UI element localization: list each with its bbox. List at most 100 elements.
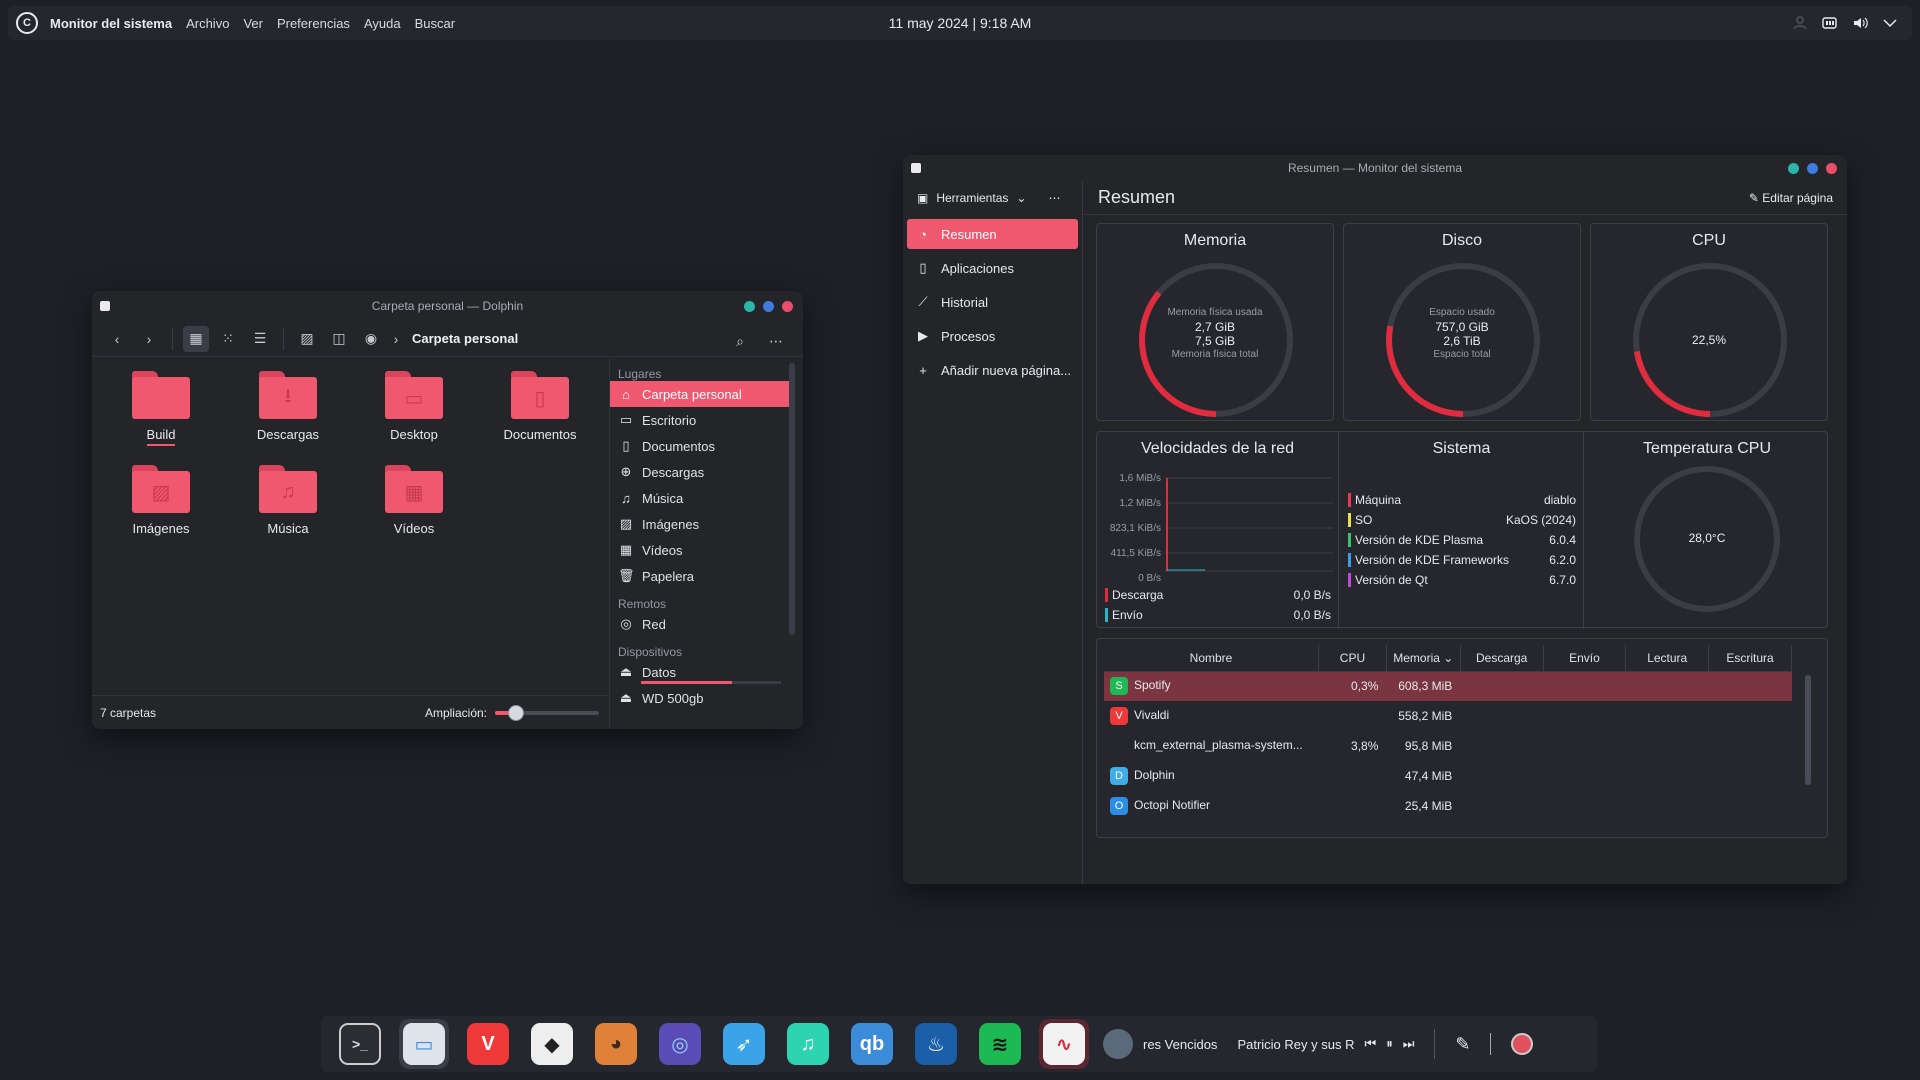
icons-view-icon[interactable]: ▦ — [183, 325, 209, 352]
place-red[interactable]: ◎ Red — [610, 611, 789, 637]
dock-spotify[interactable]: ≋ — [975, 1019, 1025, 1069]
nav-resumen[interactable]: ◔ Resumen — [907, 219, 1078, 249]
color-picker-icon[interactable]: ✎ — [1455, 1034, 1470, 1055]
network-icon: ◎ — [620, 616, 632, 631]
volume-icon[interactable] — [1852, 16, 1868, 30]
folder-item[interactable]: Build — [106, 371, 216, 446]
edit-page-button[interactable]: ✎ Editar página — [1749, 191, 1833, 205]
zoom-slider-handle[interactable] — [507, 704, 524, 721]
window-title: Resumen — Monitor del sistema — [1287, 161, 1463, 175]
table-row[interactable]: V Vivaldi 558,2 MiB — [1104, 701, 1792, 731]
preview-icon[interactable]: ▨ — [294, 326, 320, 352]
place-carpeta-personal[interactable]: ⌂ Carpeta personal — [610, 381, 789, 407]
eye-icon[interactable]: ◉ — [358, 326, 384, 352]
dock-music[interactable]: ♫ — [783, 1019, 833, 1069]
forward-icon[interactable]: › — [136, 326, 162, 352]
col-memoria[interactable]: Memoria ⌄ — [1386, 645, 1461, 672]
zoom-slider[interactable] — [495, 704, 599, 721]
table-row[interactable]: D Dolphin 47,4 MiB — [1104, 761, 1792, 791]
dock-inkscape[interactable]: ◆ — [527, 1019, 577, 1069]
menu-ayuda[interactable]: Ayuda — [364, 16, 401, 31]
close-button[interactable] — [782, 300, 793, 312]
chevron-down-icon[interactable] — [1882, 16, 1898, 30]
record-button[interactable] — [1511, 1033, 1534, 1055]
col-lectura[interactable]: Lectura — [1625, 645, 1710, 672]
dock-qbittorrent[interactable]: qb — [847, 1019, 897, 1069]
details-view-icon[interactable]: ☰ — [247, 326, 273, 352]
places-scrollbar[interactable] — [789, 363, 795, 635]
album-art[interactable] — [1103, 1029, 1133, 1059]
col-escritura[interactable]: Escritura — [1708, 645, 1792, 672]
place-wd500gb[interactable]: ⏏ WD 500gb — [610, 685, 789, 711]
place-escritorio[interactable]: ▭ Escritorio — [610, 407, 789, 433]
place-imagenes[interactable]: ▨ Imágenes — [610, 511, 789, 537]
files-icon: ▭ — [403, 1023, 445, 1065]
table-row[interactable]: S Spotify 0,3% 608,3 MiB — [1104, 671, 1792, 701]
nav-procesos[interactable]: ▶ Procesos — [907, 321, 1078, 351]
col-nombre[interactable]: Nombre — [1104, 645, 1320, 672]
place-videos[interactable]: ▦ Vídeos — [610, 537, 789, 563]
folder-item[interactable]: ▨ Imágenes — [106, 465, 216, 536]
file-view[interactable]: Build ⭳ Descargas ▭ Desktop ▯ Documentos… — [92, 359, 607, 705]
system-info-label: Versión de KDE Plasma — [1355, 532, 1484, 547]
nav-add-page[interactable]: + Añadir nueva página... — [907, 355, 1078, 385]
menu-buscar[interactable]: Buscar — [415, 16, 455, 31]
maximize-button[interactable] — [1807, 162, 1818, 174]
breadcrumb[interactable]: Carpeta personal — [412, 331, 518, 346]
nav-label: Resumen — [941, 226, 997, 242]
system-info-label: Máquina — [1355, 492, 1402, 507]
menu-preferencias[interactable]: Preferencias — [277, 16, 350, 31]
hamburger-menu-icon[interactable]: ⋯ — [763, 328, 789, 354]
window-icon[interactable] — [911, 163, 921, 173]
dock-files[interactable]: ▭ — [399, 1019, 449, 1069]
table-scrollbar[interactable] — [1805, 675, 1811, 785]
folder-item[interactable]: ▭ Desktop — [359, 371, 469, 442]
folder-item[interactable]: ▦ Vídeos — [359, 465, 469, 536]
place-documentos[interactable]: ▯ Documentos — [610, 433, 789, 459]
menu-archivo[interactable]: Archivo — [186, 16, 229, 31]
pause-icon[interactable]: ⏸ — [1386, 1036, 1393, 1052]
nav-aplicaciones[interactable]: ▯ Aplicaciones — [907, 253, 1078, 283]
folder-item[interactable]: ♫ Música — [233, 465, 343, 536]
folder-item[interactable]: ⭳ Descargas — [233, 371, 343, 442]
minimize-button[interactable] — [1788, 162, 1799, 174]
menu-ver[interactable]: Ver — [243, 16, 263, 31]
table-row[interactable]: O Octopi Notifier 25,4 MiB — [1104, 791, 1792, 821]
dock-steam[interactable]: ♨ — [911, 1019, 961, 1069]
dock-terminal[interactable]: >_ — [335, 1019, 385, 1069]
dock-gimp[interactable]: ◕ — [591, 1019, 641, 1069]
tools-menu[interactable]: ▣ Herramientas ⌄ ⋯ — [903, 181, 1082, 215]
compact-view-icon[interactable]: ⁙ — [215, 326, 241, 352]
dock-swift[interactable]: ➶ — [719, 1019, 769, 1069]
process-name: kcm_external_plasma-system... — [1134, 738, 1303, 753]
split-view-icon[interactable]: ◫ — [326, 326, 352, 352]
chevron-right-icon[interactable]: › — [390, 326, 402, 352]
col-cpu[interactable]: CPU — [1318, 645, 1387, 672]
back-icon[interactable]: ‹ — [104, 326, 130, 352]
col-envio[interactable]: Envío — [1543, 645, 1627, 672]
more-options-icon[interactable]: ⋯ — [1048, 191, 1060, 205]
next-icon[interactable]: ⏭ — [1403, 1036, 1415, 1052]
minimize-button[interactable] — [744, 300, 755, 312]
dock-vivaldi[interactable]: V — [463, 1019, 513, 1069]
maximize-button[interactable] — [763, 300, 774, 312]
dock-kdeconnect[interactable]: ◎ — [655, 1019, 705, 1069]
people-icon[interactable] — [1792, 16, 1808, 30]
place-papelera[interactable]: 🗑︎ Papelera — [610, 563, 789, 589]
sysmon-titlebar[interactable]: Resumen — Monitor del sistema — [903, 155, 1847, 181]
dock-sysmon[interactable]: ∿ — [1039, 1019, 1089, 1069]
close-button[interactable] — [1826, 162, 1837, 174]
search-icon[interactable]: ⌕ — [727, 328, 753, 354]
dolphin-titlebar[interactable]: Carpeta personal — Dolphin — [92, 291, 803, 321]
folder-item[interactable]: ▯ Documentos — [485, 371, 595, 442]
nav-historial[interactable]: ⟋ Historial — [907, 287, 1078, 317]
table-row[interactable]: kcm_external_plasma-system... 3,8% 95,8 Mi… — [1104, 731, 1792, 761]
place-descargas[interactable]: ⊕ Descargas — [610, 459, 789, 485]
battery-icon[interactable] — [1822, 16, 1838, 30]
place-musica[interactable]: ♫ Música — [610, 485, 789, 511]
place-datos[interactable]: ⏏ Datos — [610, 659, 789, 685]
window-icon[interactable] — [100, 301, 110, 311]
previous-icon[interactable]: ⏮ — [1364, 1036, 1376, 1052]
kaos-logo-icon[interactable]: C — [16, 12, 38, 34]
col-descarga[interactable]: Descarga — [1460, 645, 1544, 672]
